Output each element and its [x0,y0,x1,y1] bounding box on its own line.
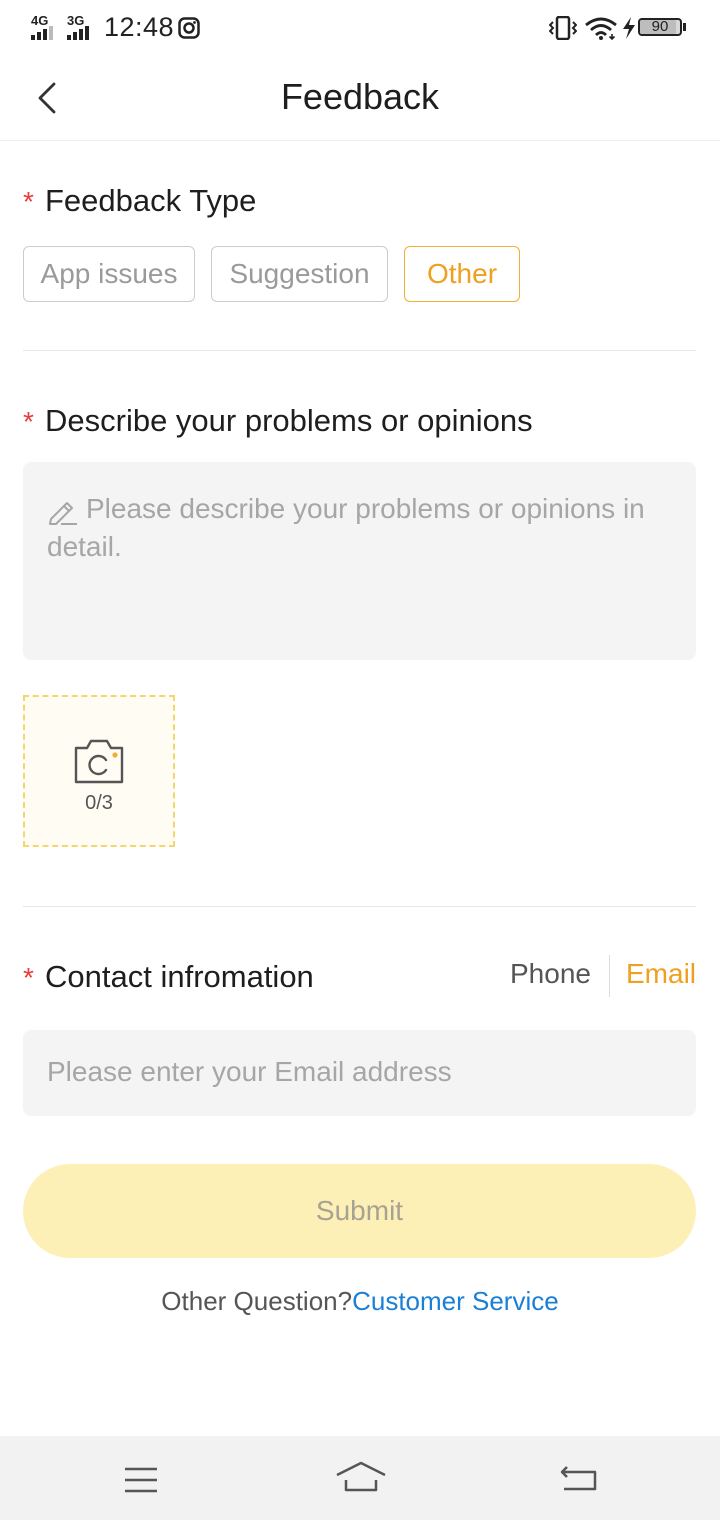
type-chip-app-issues[interactable]: App issues [23,246,195,302]
signal-3g-icon [67,26,89,40]
camera-icon [74,739,124,784]
contact-tab-email[interactable]: Email [626,958,696,990]
footer-question: Other Question?Customer Service [0,1286,720,1317]
photo-count: 0/3 [85,792,113,814]
type-chip-suggestion[interactable]: Suggestion [211,246,388,302]
return-icon[interactable] [558,1462,600,1494]
page-title: Feedback [280,76,440,117]
section-divider [23,350,696,351]
required-mark: * [23,962,34,993]
instagram-icon [178,17,200,39]
wifi-icon [585,17,617,40]
status-time: 12:48 [104,12,175,42]
other-question-text: Other Question? [161,1286,353,1316]
vibrate-icon [549,16,577,40]
description-placeholder: Please describe your problems or opinion… [47,493,645,562]
home-icon[interactable] [335,1460,387,1494]
customer-service-link[interactable]: Customer Service [352,1286,559,1316]
header-divider [0,140,720,141]
contact-label: Contact infromation [45,959,314,994]
navigation-bar [0,1436,720,1520]
required-mark: * [23,406,34,437]
feedback-type-label: Feedback Type [45,183,257,218]
menu-icon[interactable] [123,1466,159,1494]
charging-icon [623,17,635,39]
email-placeholder: Please enter your Email address [47,1056,452,1087]
description-label: Describe your problems or opinions [45,403,533,438]
section-divider [23,906,696,907]
battery-text: 90 [651,18,669,35]
signal-4g-icon [31,26,53,40]
battery-indicator: 90 [638,18,682,36]
contact-tab-phone[interactable]: Phone [510,958,591,990]
status-bar: 4G 3G 12:48 90 [0,0,720,56]
submit-button[interactable]: Submit [23,1164,696,1258]
required-mark: * [23,186,34,217]
type-chip-other[interactable]: Other [404,246,520,302]
contact-tab-separator [609,955,610,997]
battery-tip [683,23,686,31]
